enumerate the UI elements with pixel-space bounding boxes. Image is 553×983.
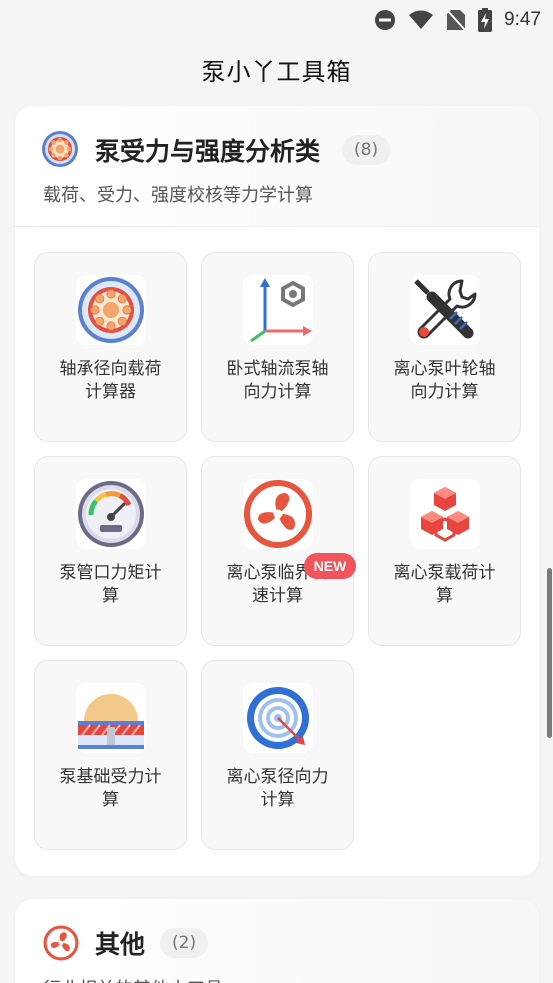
status-bar: 9:47 bbox=[0, 0, 553, 40]
wifi-icon bbox=[408, 10, 434, 30]
section-description: 行业相关的其他小工具 bbox=[43, 975, 223, 983]
tool-label: 卧式轴流泵轴 向力计算 bbox=[226, 359, 329, 402]
tool-foundation-force[interactable]: 泵基础受力计算 bbox=[34, 660, 187, 850]
tool-horizontal-axial-pump-thrust[interactable]: 卧式轴流泵轴 向力计算 bbox=[201, 252, 354, 442]
tool-label: 离心泵径向力 计算 bbox=[226, 767, 329, 810]
section-divider bbox=[15, 226, 539, 227]
wrench-screwdriver-icon bbox=[410, 275, 480, 345]
clock-time: 9:47 bbox=[504, 9, 541, 30]
section-card-other: 其他 (2) 行业相关的其他小工具 bbox=[15, 899, 539, 983]
cubes-icon bbox=[410, 479, 480, 549]
tool-nozzle-moment[interactable]: 泵管口力矩计算 bbox=[34, 456, 187, 646]
new-badge: NEW bbox=[304, 553, 356, 579]
no-sim-icon bbox=[446, 9, 466, 31]
section-card-force-analysis: 泵受力与强度分析类 (8) 载荷、受力、强度校核等力学计算 轴承径向载荷 计算器… bbox=[15, 106, 539, 876]
section-title: 泵受力与强度分析类 bbox=[95, 137, 321, 166]
tool-radial-force[interactable]: 离心泵径向力 计算 bbox=[201, 660, 354, 850]
section-title: 其他 bbox=[95, 930, 146, 959]
section-description: 载荷、受力、强度校核等力学计算 bbox=[43, 185, 313, 206]
section-header: 其他 (2) 行业相关的其他小工具 bbox=[15, 899, 539, 983]
target-icon bbox=[243, 683, 313, 753]
fan-icon bbox=[43, 925, 79, 961]
section-count-badge: (2) bbox=[160, 928, 209, 958]
tool-centrifugal-load[interactable]: 离心泵载荷计算 bbox=[368, 456, 521, 646]
bearing-icon bbox=[41, 130, 79, 168]
bearing-icon bbox=[76, 275, 146, 345]
section-header: 泵受力与强度分析类 (8) 载荷、受力、强度校核等力学计算 bbox=[15, 106, 539, 226]
tool-label: 泵基础受力计算 bbox=[59, 767, 162, 810]
fan-icon bbox=[243, 479, 313, 549]
scrollbar[interactable] bbox=[547, 568, 552, 738]
battery-charging-icon bbox=[478, 8, 493, 32]
section-count-badge: (8) bbox=[342, 135, 391, 165]
tool-bearing-radial-load[interactable]: 轴承径向载荷 计算器 bbox=[34, 252, 187, 442]
do-not-disturb-icon bbox=[374, 9, 396, 31]
foundation-icon bbox=[76, 683, 146, 753]
tool-label: 离心泵载荷计算 bbox=[393, 563, 496, 606]
tool-critical-speed[interactable]: 离心泵临界转 速计算 bbox=[201, 456, 354, 646]
tool-label: 离心泵叶轮轴 向力计算 bbox=[393, 359, 496, 402]
tool-label: 轴承径向载荷 计算器 bbox=[59, 359, 162, 402]
tool-impeller-axial-force[interactable]: 离心泵叶轮轴 向力计算 bbox=[368, 252, 521, 442]
page-title: 泵小丫工具箱 bbox=[201, 58, 352, 86]
gauge-icon bbox=[76, 479, 146, 549]
tool-label: 泵管口力矩计算 bbox=[59, 563, 162, 606]
axes-hex-icon bbox=[243, 275, 313, 345]
